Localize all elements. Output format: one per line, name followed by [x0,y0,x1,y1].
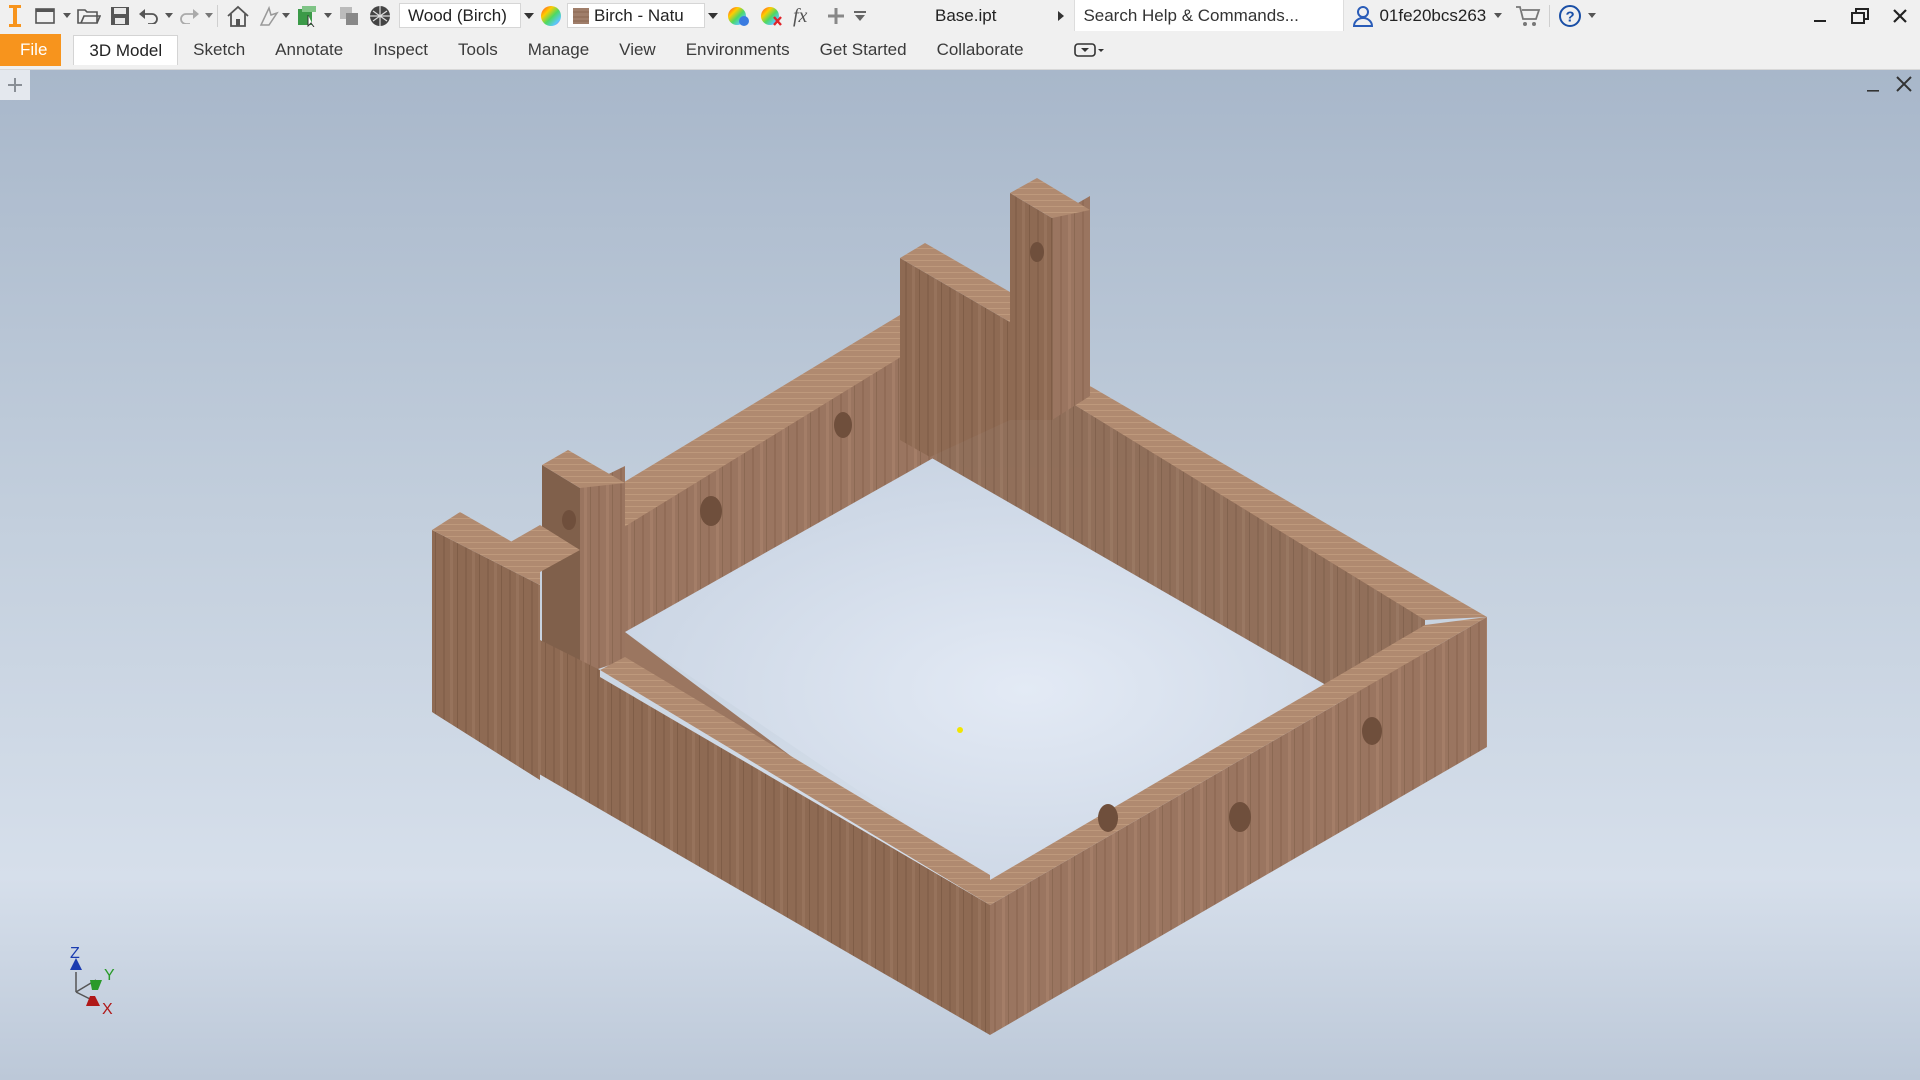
cart-icon[interactable] [1510,0,1546,31]
appearance-value: Birch - Natu [594,5,684,25]
z-axis-label: Z [70,946,80,962]
display-icon[interactable] [333,0,365,31]
tab-collaborate[interactable]: Collaborate [922,35,1039,65]
appearance-dropdown[interactable]: Birch - Natu [567,3,705,28]
title-bar: Wood (Birch) Birch - Natu fx Base.ipt Se… [0,0,1920,31]
document-name: Base.ipt [935,5,997,25]
x-axis-label: X [102,1001,113,1018]
hole [562,510,576,530]
home-icon[interactable] [221,0,255,31]
update-icon[interactable] [255,0,281,31]
restore-icon[interactable] [1840,0,1880,31]
hole [1229,802,1251,832]
y-axis-cone [90,980,102,990]
origin-point[interactable] [957,727,963,733]
model-view[interactable] [0,70,1920,1080]
back-post-side [1052,196,1090,420]
help-icon[interactable]: ? [1553,0,1587,31]
search-placeholder: Search Help & Commands... [1083,5,1299,25]
y-axis-label: Y [104,967,115,984]
help-dropdown-icon[interactable] [1587,0,1597,31]
undo-dropdown-icon[interactable] [164,0,174,31]
hole [1098,804,1118,832]
add-icon[interactable] [823,0,849,31]
graphics-window[interactable]: Z Y X [0,70,1920,1080]
hole [700,496,722,526]
svg-text:?: ? [1566,8,1575,25]
redo-dropdown-icon[interactable] [204,0,214,31]
open-icon[interactable] [72,0,106,31]
view-minimize-icon[interactable] [1864,74,1884,94]
expand-arrow-icon[interactable] [1054,0,1068,31]
separator [1549,4,1551,27]
material-icon[interactable] [365,0,395,31]
new-icon[interactable] [30,0,62,31]
left-post-side [580,466,625,675]
tab-3d-model[interactable]: 3D Model [73,35,179,65]
redo-icon[interactable] [174,0,204,31]
tab-view[interactable]: View [604,35,671,65]
material-texture-icon [568,4,590,27]
new-dropdown-icon[interactable] [62,0,72,31]
user-dropdown-icon[interactable] [1486,0,1510,31]
material-value: Wood (Birch) [408,5,507,25]
hole [1030,242,1044,262]
hole [834,412,852,438]
back-post-front [1010,193,1052,420]
fx-parameters-icon[interactable]: fx [787,0,823,31]
select-icon[interactable] [291,0,323,31]
new-view-plus-icon[interactable] [0,70,30,100]
separator [217,4,218,27]
tab-sketch[interactable]: Sketch [178,35,260,65]
inventor-logo[interactable] [0,0,30,31]
tab-get-started[interactable]: Get Started [805,35,922,65]
update-dropdown-icon[interactable] [281,0,291,31]
tab-environments[interactable]: Environments [671,35,805,65]
tab-inspect[interactable]: Inspect [358,35,443,65]
ribbon-display-options-icon[interactable] [1069,35,1109,65]
left-post-front [542,465,580,675]
svg-text:fx: fx [793,5,808,27]
user-icon[interactable] [1352,0,1374,31]
clear-appearance-icon[interactable] [755,0,787,31]
tab-manage[interactable]: Manage [513,35,604,65]
customize-icon[interactable] [849,0,871,31]
close-icon[interactable] [1880,0,1920,31]
hole [1362,717,1382,745]
tab-annotate[interactable]: Annotate [260,35,358,65]
material-dropdown[interactable]: Wood (Birch) [399,3,521,28]
user-name[interactable]: 01fe20bcs263 [1374,6,1486,26]
search-input[interactable]: Search Help & Commands... [1074,0,1345,31]
minimize-icon[interactable] [1800,0,1840,31]
view-triad[interactable]: Z Y X [62,946,132,1026]
undo-icon[interactable] [134,0,164,31]
appearance-color-icon[interactable] [537,0,565,31]
save-icon[interactable] [106,0,134,31]
tab-file[interactable]: File [0,34,62,66]
material-dropdown-icon[interactable] [521,0,537,31]
tab-tools[interactable]: Tools [443,35,513,65]
ribbon-tab-bar: File 3D Model Sketch Annotate Inspect To… [0,31,1920,70]
appearance-dropdown-icon[interactable] [705,0,721,31]
adjust-appearance-icon[interactable] [721,0,755,31]
view-close-icon[interactable] [1892,72,1916,96]
select-dropdown-icon[interactable] [323,0,333,31]
